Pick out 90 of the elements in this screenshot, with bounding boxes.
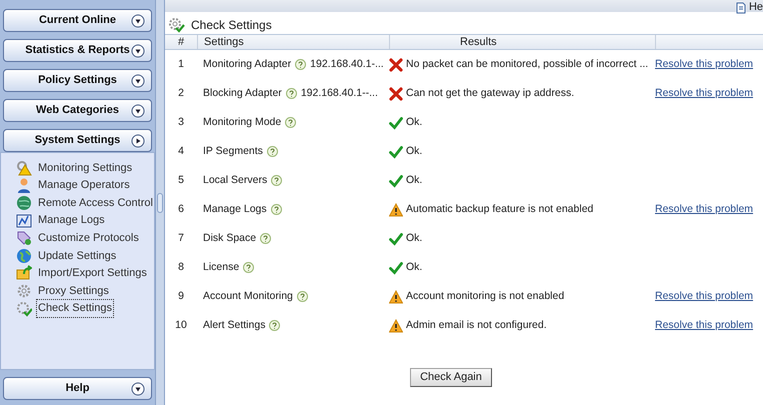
help-icon (243, 262, 254, 273)
help-icon (296, 291, 308, 302)
result-text: Ok. (406, 114, 422, 130)
help-icon (286, 88, 297, 99)
section-button[interactable]: Web Categories (3, 99, 152, 122)
check-again-button[interactable]: Check Again (410, 368, 492, 387)
row-number: 1 (178, 56, 184, 72)
result-text: Admin email is not configured. (406, 318, 547, 333)
setting-name: Alert Settings (203, 318, 266, 333)
setting-name: Local Servers (203, 172, 268, 188)
check-icon (389, 174, 403, 188)
setting-name: Blocking Adapter (203, 86, 282, 101)
result-text: Ok. (406, 230, 422, 246)
splitter-handle[interactable] (157, 192, 163, 212)
resolve-link[interactable]: Resolve this problem (655, 58, 754, 70)
warning-gear-icon (16, 160, 32, 176)
help-icon (270, 204, 282, 215)
column-header: Results (460, 34, 497, 50)
submenu-item[interactable]: Update Settings (37, 248, 118, 264)
submenu-item[interactable]: Manage Operators (37, 177, 131, 194)
section-button[interactable]: Statistics & Reports (3, 39, 152, 62)
earth-icon (16, 248, 32, 264)
submenu-item[interactable]: Customize Protocols (37, 230, 140, 246)
tag-icon (16, 230, 32, 246)
warning-icon (389, 290, 403, 304)
gear-check-icon (168, 16, 185, 32)
result-text: Can not get the gateway ip address. (406, 86, 574, 101)
warning-icon (389, 202, 403, 216)
row-number: 10 (175, 318, 187, 333)
result-text: Account monitoring is not enabled (406, 288, 564, 304)
setting-name: License (203, 260, 240, 275)
person-icon (16, 177, 32, 194)
help-icon (260, 233, 272, 244)
row-number: 8 (178, 260, 184, 275)
help-icon (285, 117, 296, 128)
section-button[interactable]: Current Online (3, 9, 152, 32)
help-icon (266, 146, 278, 157)
row-number: 9 (178, 288, 184, 304)
row-number: 2 (178, 86, 184, 101)
row-number: 5 (178, 172, 184, 188)
page-title: Check Settings (191, 16, 272, 34)
setting-name: Monitoring Mode (203, 114, 282, 130)
setting-name: Disk Space (203, 230, 256, 246)
setting-name: Account Monitoring (203, 288, 293, 304)
setting-name: Monitoring Adapter (203, 56, 292, 72)
result-text: No packet can be monitored, possible of incorrect ... (406, 56, 648, 72)
check-icon (389, 144, 403, 158)
globe-icon (16, 194, 32, 211)
help-link[interactable]: He (748, 0, 763, 16)
resolve-link[interactable]: Resolve this problem (655, 318, 754, 331)
setting-name: Manage Logs (203, 202, 267, 217)
section-button[interactable]: Help (3, 377, 152, 400)
document-icon (736, 2, 746, 14)
setting-value: 192.168.40.1-... (310, 56, 384, 72)
resolve-link[interactable]: Resolve this problem (655, 86, 754, 99)
setting-name: IP Segments (203, 144, 263, 159)
submenu-item[interactable]: Import/Export Settings (37, 265, 148, 282)
submenu-item[interactable]: Proxy Settings (37, 282, 110, 300)
submenu-item[interactable]: Check Settings (37, 300, 113, 317)
help-icon (271, 175, 282, 186)
result-text: Ok. (406, 260, 422, 275)
column-header: # (178, 34, 184, 50)
result-text: Ok. (406, 144, 422, 159)
submenu-item[interactable]: Remote Access Control (37, 194, 154, 212)
cross-icon (389, 86, 403, 100)
help-icon (295, 59, 306, 70)
result-text: Ok. (406, 172, 422, 188)
submenu-item[interactable]: Manage Logs (37, 212, 106, 229)
cross-icon (389, 58, 403, 72)
row-number: 3 (178, 114, 184, 130)
gear-icon (16, 282, 32, 299)
check-icon (389, 260, 403, 274)
section-button[interactable]: Policy Settings (3, 69, 152, 92)
folder-arrow-icon (16, 265, 32, 282)
submenu-item[interactable]: Monitoring Settings (37, 160, 134, 176)
log-chart-icon (16, 212, 32, 229)
resolve-link[interactable]: Resolve this problem (655, 290, 754, 302)
warning-icon (389, 318, 403, 332)
column-header: Settings (204, 34, 244, 50)
resolve-link[interactable]: Resolve this problem (655, 202, 754, 215)
check-icon (389, 232, 403, 246)
check-icon (389, 116, 403, 130)
help-icon (269, 320, 280, 331)
row-number: 6 (178, 202, 184, 217)
setting-value: 192.168.40.1--... (300, 86, 378, 101)
section-button[interactable]: System Settings (3, 129, 152, 152)
gear-check-icon (16, 300, 32, 317)
row-number: 7 (178, 230, 184, 246)
row-number: 4 (178, 144, 184, 159)
result-text: Automatic backup feature is not enabled (406, 202, 594, 217)
